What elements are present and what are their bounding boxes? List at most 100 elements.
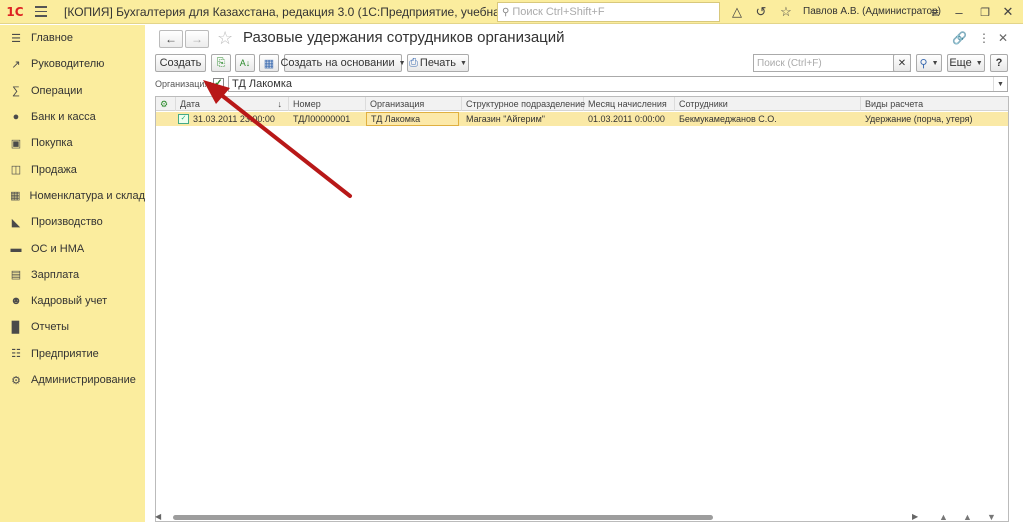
sidebar-item-label: Руководителю — [31, 58, 105, 71]
search-icon: ⚲ — [502, 6, 510, 18]
menu-icon: ☰ — [11, 32, 21, 45]
column-department[interactable]: Структурное подразделение — [462, 97, 585, 111]
warehouse-icon: ▦ — [10, 190, 21, 203]
bell-icon[interactable]: △ — [728, 3, 746, 21]
chevron-down-icon: ▼ — [398, 59, 406, 67]
close-icon[interactable]: ✕ — [999, 3, 1017, 21]
scroll-left-icon[interactable]: ◀ — [155, 512, 161, 521]
gear-icon: ⚙ — [11, 374, 21, 387]
star-icon[interactable]: ☆ — [777, 3, 795, 21]
sidebar-item-label: Кадровый учет — [31, 295, 108, 308]
structure-icon[interactable]: ▦ — [259, 54, 279, 72]
create-based-on-button[interactable]: Создать на основании ▼ — [280, 54, 406, 72]
column-calc-types[interactable]: Виды расчета — [861, 97, 1008, 111]
printer-icon: ⎙ — [409, 56, 418, 69]
more-menu-icon[interactable]: ⋮ — [978, 31, 990, 45]
restore-icon[interactable]: ❐ — [976, 3, 994, 21]
sidebar-item-label: Отчеты — [31, 321, 70, 334]
sidebar-item-reports[interactable]: ▉ Отчеты — [0, 314, 145, 340]
column-date[interactable]: Дата ↓ — [176, 97, 289, 111]
create-button[interactable]: Создать — [155, 54, 206, 72]
sort-desc-icon: ↓ — [277, 99, 283, 109]
column-organization[interactable]: Организация — [366, 97, 462, 111]
page-first-icon[interactable]: ▲ — [939, 512, 948, 522]
cell-date: 31.03.2011 23:00:00 — [193, 114, 275, 124]
table-header: ⚙ Дата ↓ Номер Организация Структурное по… — [156, 97, 1008, 111]
sidebar-item-label: Операции — [31, 84, 83, 97]
sidebar-item-purchase[interactable]: ▣ Покупка — [0, 130, 145, 156]
main-menu-icon[interactable] — [30, 0, 52, 24]
list-search[interactable] — [753, 54, 911, 72]
truck-icon: ▬ — [10, 242, 22, 255]
link-icon[interactable]: 🔗 — [952, 31, 967, 45]
page-up-icon[interactable]: ▲ — [963, 512, 972, 522]
chevron-down-icon[interactable]: ▼ — [993, 77, 1007, 91]
sidebar-item-assets[interactable]: ▬ ОС и НМА — [0, 235, 145, 261]
cell-organization[interactable]: ТД Лакомка — [366, 112, 459, 126]
main-panel: ← → ☆ Разовые удержания сотрудников орга… — [145, 25, 1023, 522]
sidebar-item-warehouse[interactable]: ▦ Номенклатура и склад — [0, 183, 145, 209]
organization-filter-field[interactable]: ТД Лакомка ▼ — [228, 76, 1008, 92]
help-button[interactable]: ? — [990, 54, 1008, 72]
chevron-down-icon: ▼ — [459, 59, 467, 67]
column-date-label: Дата — [180, 99, 200, 109]
operations-icon: ∑ — [12, 84, 20, 97]
sidebar-item-label: Покупка — [31, 137, 73, 150]
arrow-right-icon: → — [191, 32, 203, 46]
global-search-input[interactable] — [512, 6, 703, 18]
sidebar-item-director[interactable]: ↗ Руководителю — [0, 51, 145, 77]
chart-line-icon: ↗ — [11, 58, 21, 71]
horizontal-scrollbar[interactable]: ◀ ▶ — [155, 512, 925, 521]
cell-department: Магазин "Айгерим" — [466, 114, 545, 124]
list-search-input[interactable] — [754, 57, 904, 69]
sidebar-item-sales[interactable]: ◫ Продажа — [0, 156, 145, 182]
sidebar-item-label: Банк и касса — [31, 111, 96, 124]
forward-button[interactable]: → — [185, 30, 209, 48]
column-month[interactable]: Месяц начисления — [584, 97, 675, 111]
sidebar-item-main[interactable]: ☰ Главное — [0, 25, 145, 51]
app-logo[interactable]: 1С — [0, 0, 30, 24]
cell-month: 01.03.2011 0:00:00 — [588, 114, 665, 124]
more-button[interactable]: Еще ▼ — [947, 54, 985, 72]
cart-icon: ◫ — [10, 164, 22, 177]
favorite-star-icon[interactable]: ☆ — [217, 28, 233, 49]
copy-icon[interactable]: ⎘ — [211, 54, 231, 72]
page-down-icon[interactable]: ▼ — [987, 512, 996, 522]
current-user[interactable]: Павлов А.В. (Администратор) — [803, 6, 941, 17]
scrollbar-thumb[interactable] — [173, 515, 713, 520]
sidebar-item-label: Главное — [31, 32, 74, 45]
column-employees[interactable]: Сотрудники — [675, 97, 861, 111]
sidebar-item-salary[interactable]: ▤ Зарплата — [0, 262, 145, 288]
sidebar-item-admin[interactable]: ⚙ Администрирование — [0, 367, 145, 393]
chevron-down-icon: ▼ — [931, 59, 939, 67]
global-search[interactable]: ⚲ — [497, 2, 720, 22]
organization-filter-label: Организация: — [155, 79, 212, 89]
search-icon: ⚲ — [919, 57, 928, 70]
production-icon: ◣ — [11, 216, 21, 229]
search-button[interactable]: ⚲ ▼ — [916, 54, 942, 72]
sidebar-item-operations[interactable]: ∑ Операции — [0, 78, 145, 104]
sidebar-item-bank[interactable]: ● Банк и касса — [0, 104, 145, 130]
history-icon[interactable]: ↺ — [752, 3, 770, 21]
close-form-icon[interactable]: ✕ — [998, 31, 1008, 45]
sidebar-item-hr[interactable]: ☻ Кадровый учет — [0, 288, 145, 314]
post-document-icon[interactable]: A↓ — [235, 54, 255, 72]
organization-filter-checkbox[interactable]: ✓ — [213, 78, 224, 89]
minimize-icon[interactable]: – — [950, 3, 968, 21]
page-title: Разовые удержания сотрудников организаци… — [243, 29, 565, 46]
sidebar-item-label: Производство — [31, 216, 103, 229]
status-column-icon[interactable]: ⚙ — [156, 97, 176, 111]
posted-document-icon: ✓ — [178, 114, 189, 124]
back-button[interactable]: ← — [159, 30, 183, 48]
table-row[interactable]: ✓ 31.03.2011 23:00:00 ТДЛ00000001 ТД Лак… — [156, 112, 1008, 126]
settings-menu-icon[interactable]: ≡ — [926, 3, 944, 21]
people-icon: ☻ — [10, 295, 22, 308]
reports-icon: ▉ — [11, 321, 21, 334]
more-label: Еще — [949, 57, 972, 69]
scroll-right-icon[interactable]: ▶ — [912, 512, 918, 521]
clear-search-icon[interactable]: ✕ — [893, 54, 911, 72]
sidebar-item-enterprise[interactable]: ☷ Предприятие — [0, 341, 145, 367]
print-button[interactable]: ⎙ Печать ▼ — [407, 54, 469, 72]
sidebar-item-production[interactable]: ◣ Производство — [0, 209, 145, 235]
column-number[interactable]: Номер — [289, 97, 366, 111]
